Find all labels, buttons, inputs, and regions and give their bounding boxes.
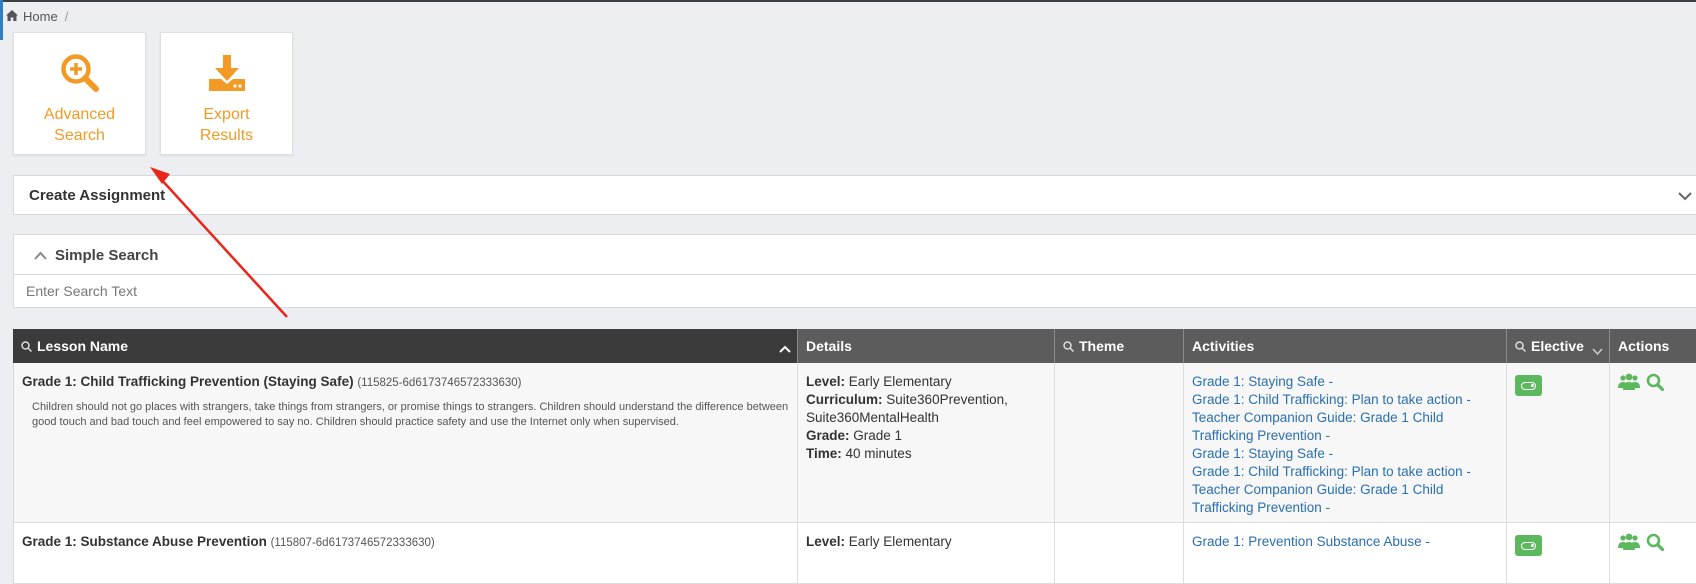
home-icon[interactable] bbox=[6, 9, 18, 24]
activities-cell: Grade 1: Prevention Substance Abuse - bbox=[1184, 523, 1507, 583]
advanced-search-button[interactable]: Advanced Search bbox=[13, 32, 146, 155]
column-theme-label: Theme bbox=[1079, 338, 1125, 354]
activity-link[interactable]: Grade 1: Child Trafficking: Plan to take… bbox=[1192, 463, 1498, 481]
actions-cell bbox=[1610, 523, 1696, 583]
search-icon[interactable] bbox=[21, 340, 32, 352]
elective-toggle[interactable] bbox=[1515, 535, 1542, 556]
search-input[interactable] bbox=[14, 274, 1696, 306]
grade-value: Grade 1 bbox=[853, 428, 903, 443]
view-search-icon[interactable] bbox=[1646, 533, 1665, 556]
theme-cell bbox=[1055, 523, 1184, 583]
download-icon bbox=[207, 53, 247, 93]
search-icon[interactable] bbox=[1515, 340, 1526, 352]
level-value: Early Elementary bbox=[848, 534, 952, 549]
activity-link[interactable]: Grade 1: Staying Safe - bbox=[1192, 373, 1498, 391]
breadcrumb-home[interactable]: Home bbox=[23, 9, 58, 24]
level-value: Early Elementary bbox=[848, 374, 952, 389]
column-lesson-name-label: Lesson Name bbox=[37, 338, 129, 354]
curriculum-value-1: Suite360Prevention, bbox=[886, 392, 1008, 407]
lesson-cell: Grade 1: Child Trafficking Prevention (S… bbox=[14, 363, 798, 522]
simple-search-title: Simple Search bbox=[55, 247, 159, 264]
column-lesson-name[interactable]: Lesson Name bbox=[13, 329, 798, 363]
curriculum-value-2: Suite360MentalHealth bbox=[806, 410, 939, 425]
column-details-label: Details bbox=[806, 338, 852, 354]
create-assignment-panel[interactable]: Create Assignment bbox=[13, 175, 1696, 215]
users-icon[interactable] bbox=[1618, 533, 1640, 556]
sort-up-icon[interactable] bbox=[779, 340, 791, 356]
column-details: Details bbox=[798, 329, 1055, 363]
grade-label: Grade: bbox=[806, 428, 850, 443]
curriculum-label: Curriculum: bbox=[806, 392, 883, 407]
lesson-id: (115825-6d6173746572333630) bbox=[357, 377, 522, 389]
column-actions-label: Actions bbox=[1618, 338, 1670, 354]
details-cell: Level: Early Elementary Curriculum: Suit… bbox=[798, 363, 1055, 522]
breadcrumb-separator: / bbox=[64, 9, 69, 24]
time-value: 40 minutes bbox=[845, 446, 912, 461]
column-actions: Actions bbox=[1610, 329, 1696, 363]
top-border bbox=[0, 0, 1696, 2]
activity-link[interactable]: Teacher Companion Guide: Grade 1 Child T… bbox=[1192, 481, 1498, 517]
chevron-down-icon[interactable] bbox=[1592, 342, 1603, 358]
breadcrumb: Home / bbox=[6, 9, 68, 24]
users-icon[interactable] bbox=[1618, 373, 1640, 396]
lesson-description: Children should not go places with stran… bbox=[32, 401, 789, 428]
column-elective[interactable]: Elective bbox=[1507, 329, 1610, 363]
table-row[interactable]: Grade 1: Child Trafficking Prevention (S… bbox=[13, 363, 1696, 523]
chevron-down-icon[interactable] bbox=[1678, 188, 1692, 206]
elective-cell bbox=[1507, 363, 1610, 522]
toggle-on-icon bbox=[1521, 382, 1536, 390]
export-results-button[interactable]: Export Results bbox=[160, 32, 293, 155]
details-cell: Level: Early Elementary bbox=[798, 523, 1055, 583]
column-theme[interactable]: Theme bbox=[1055, 329, 1184, 363]
export-results-label: Export Results bbox=[199, 106, 254, 144]
view-search-icon[interactable] bbox=[1646, 373, 1665, 396]
activity-link[interactable]: Grade 1: Prevention Substance Abuse - bbox=[1192, 533, 1498, 551]
lesson-id: (115807-6d6173746572333630) bbox=[270, 537, 435, 549]
elective-cell bbox=[1507, 523, 1610, 583]
table-row[interactable]: Grade 1: Substance Abuse Prevention (115… bbox=[13, 523, 1696, 584]
left-accent bbox=[0, 0, 3, 40]
column-activities-label: Activities bbox=[1192, 338, 1255, 354]
lesson-name[interactable]: Grade 1: Child Trafficking Prevention (S… bbox=[22, 374, 354, 389]
activity-link[interactable]: Grade 1: Staying Safe - bbox=[1192, 445, 1498, 463]
lessons-table: Lesson Name Details Theme Activities Ele… bbox=[13, 329, 1696, 584]
activity-link[interactable]: Grade 1: Child Trafficking: Plan to take… bbox=[1192, 391, 1498, 409]
simple-search-panel: Simple Search bbox=[13, 234, 1696, 308]
search-icon[interactable] bbox=[1063, 340, 1074, 352]
level-label: Level: bbox=[806, 534, 846, 549]
advanced-search-label: Advanced Search bbox=[43, 106, 116, 144]
lesson-cell: Grade 1: Substance Abuse Prevention (115… bbox=[14, 523, 798, 583]
activities-cell: Grade 1: Staying Safe - Grade 1: Child T… bbox=[1184, 363, 1507, 522]
column-activities: Activities bbox=[1184, 329, 1507, 363]
time-label: Time: bbox=[806, 446, 842, 461]
table-header: Lesson Name Details Theme Activities Ele… bbox=[13, 329, 1696, 363]
search-plus-icon bbox=[60, 53, 100, 93]
chevron-up-icon[interactable] bbox=[34, 247, 47, 264]
level-label: Level: bbox=[806, 374, 846, 389]
elective-toggle[interactable] bbox=[1515, 375, 1542, 396]
create-assignment-title: Create Assignment bbox=[29, 187, 166, 204]
simple-search-header[interactable]: Simple Search bbox=[34, 247, 158, 264]
lesson-name[interactable]: Grade 1: Substance Abuse Prevention bbox=[22, 534, 267, 549]
activity-link[interactable]: Teacher Companion Guide: Grade 1 Child T… bbox=[1192, 409, 1498, 445]
actions-cell bbox=[1610, 363, 1696, 522]
theme-cell bbox=[1055, 363, 1184, 522]
column-elective-label: Elective bbox=[1531, 338, 1584, 354]
